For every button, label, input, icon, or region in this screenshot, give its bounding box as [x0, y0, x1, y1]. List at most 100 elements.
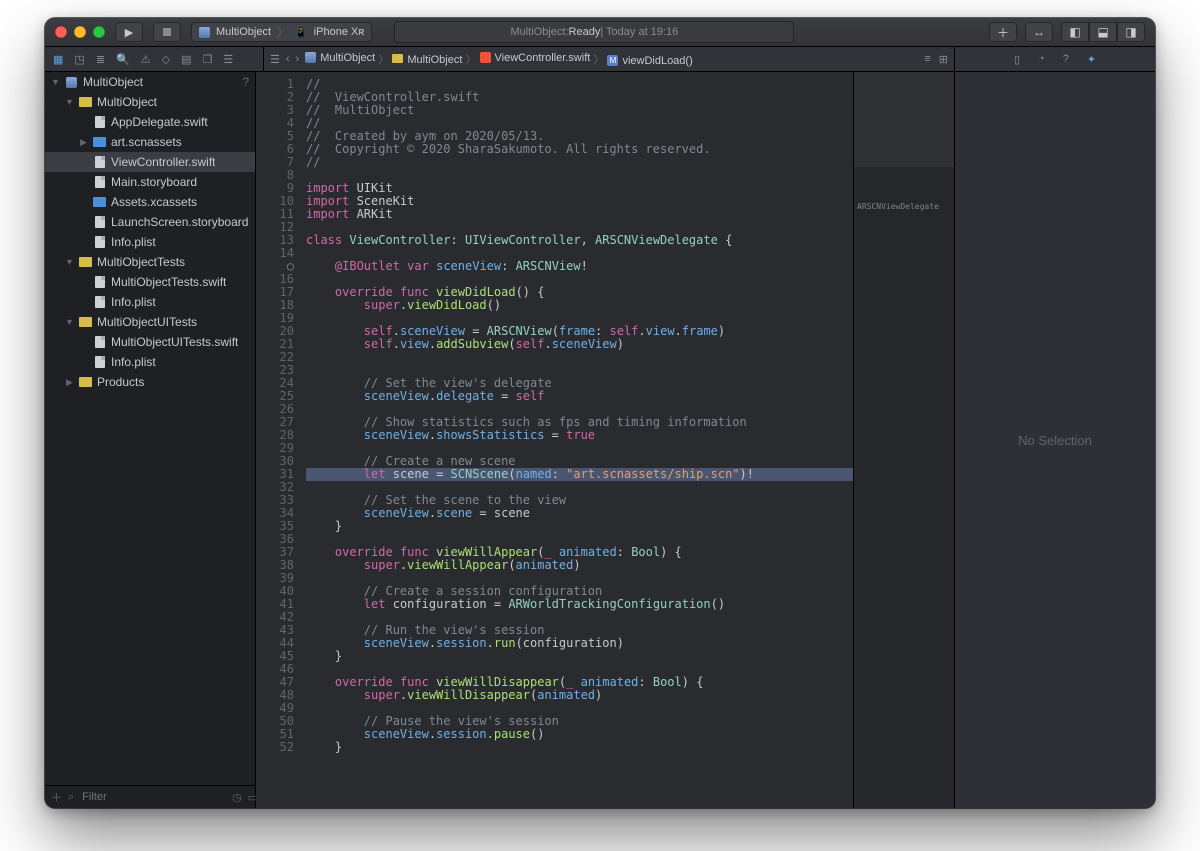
- test-navigator-icon[interactable]: ◇: [162, 53, 170, 66]
- help-inspector-icon[interactable]: ?: [1063, 53, 1069, 65]
- find-navigator-icon[interactable]: 🔍: [116, 53, 130, 66]
- file-icon: [92, 295, 107, 310]
- code-line[interactable]: super.viewWillDisappear(animated): [306, 689, 853, 702]
- disclosure-icon[interactable]: ▶: [65, 377, 74, 388]
- tree-label: ViewController.swift: [111, 155, 215, 169]
- file-inspector-icon[interactable]: ▯: [1014, 53, 1020, 66]
- tree-row[interactable]: ▼MultiObjectUITests: [45, 312, 255, 332]
- symbol-navigator-icon[interactable]: ≣: [96, 53, 105, 66]
- folder-icon: [78, 375, 93, 390]
- code-line[interactable]: [306, 351, 853, 364]
- go-back-icon[interactable]: ‹: [286, 53, 290, 65]
- tree-row[interactable]: Main.storyboard: [45, 172, 255, 192]
- tree-row[interactable]: Info.plist: [45, 232, 255, 252]
- library-button[interactable]: ＋: [989, 22, 1017, 42]
- code-review-button[interactable]: ↔: [1025, 22, 1053, 42]
- tree-row[interactable]: ▼MultiObjectTests: [45, 252, 255, 272]
- source-editor[interactable]: 1234567891011121314○16171819202122232425…: [256, 72, 954, 808]
- code-line[interactable]: let configuration = ARWorldTrackingConfi…: [306, 598, 853, 611]
- minimap-viewport[interactable]: [854, 72, 954, 167]
- window-traffic-lights[interactable]: [55, 26, 105, 38]
- code-line[interactable]: }: [306, 741, 853, 754]
- breadcrumb[interactable]: MultiObject 〉 MultiObject 〉 ViewControll…: [305, 51, 693, 67]
- report-navigator-icon[interactable]: ☰: [223, 53, 233, 66]
- disclosure-icon[interactable]: ▶: [79, 137, 88, 148]
- code-content[interactable]: //// ViewController.swift// MultiObject/…: [302, 72, 853, 808]
- breadcrumb-item[interactable]: ViewController.swift: [480, 52, 591, 64]
- tree-label: MultiObjectUITests.swift: [111, 335, 238, 349]
- stop-button[interactable]: [153, 22, 181, 42]
- code-line[interactable]: // MultiObject: [306, 104, 853, 117]
- code-line[interactable]: import ARKit: [306, 208, 853, 221]
- source-control-navigator-icon[interactable]: ◳: [74, 53, 84, 66]
- code-line[interactable]: super.viewWillAppear(animated): [306, 559, 853, 572]
- disclosure-icon[interactable]: ▼: [65, 317, 74, 327]
- project-navigator-icon[interactable]: ▦: [53, 53, 63, 66]
- breadcrumb-item[interactable]: MultiObject: [392, 54, 462, 66]
- inspector-panel: No Selection: [954, 72, 1155, 808]
- code-line[interactable]: sceneView.session.pause(): [306, 728, 853, 741]
- code-line[interactable]: sceneView.delegate = self: [306, 390, 853, 403]
- code-line[interactable]: // Copyright © 2020 SharaSakumoto. All r…: [306, 143, 853, 156]
- folder-icon: [78, 95, 93, 110]
- tree-row[interactable]: Info.plist: [45, 352, 255, 372]
- recent-filter-icon[interactable]: ◷: [232, 791, 242, 804]
- breakpoint-navigator-icon[interactable]: ❐: [202, 53, 212, 66]
- minimize-window-button[interactable]: [74, 26, 86, 38]
- adjust-editor-options-icon[interactable]: ≡: [924, 53, 930, 65]
- tree-label: Assets.xcassets: [111, 195, 197, 209]
- code-line[interactable]: class ViewController: UIViewController, …: [306, 234, 853, 247]
- filter-input[interactable]: [80, 790, 226, 804]
- code-line[interactable]: }: [306, 520, 853, 533]
- debug-navigator-icon[interactable]: ▤: [181, 53, 191, 66]
- inspector-selector: ▯ ◔ ? ✦: [954, 47, 1155, 71]
- code-line[interactable]: sceneView.showsStatistics = true: [306, 429, 853, 442]
- tree-row[interactable]: MultiObjectTests.swift: [45, 272, 255, 292]
- code-line[interactable]: sceneView.scene = scene: [306, 507, 853, 520]
- tree-label: Main.storyboard: [111, 175, 197, 189]
- tree-row[interactable]: LaunchScreen.storyboard: [45, 212, 255, 232]
- disclosure-icon[interactable]: ▼: [65, 257, 74, 267]
- code-line[interactable]: let scene = SCNScene(named: "art.scnasse…: [306, 468, 853, 481]
- folder-icon: [78, 315, 93, 330]
- jump-bar[interactable]: ☰ ‹ › MultiObject 〉 MultiObject 〉 ViewCo…: [264, 47, 924, 71]
- toggle-navigator-button[interactable]: ◧: [1061, 22, 1089, 42]
- tree-row[interactable]: ▼MultiObject: [45, 92, 255, 112]
- code-line[interactable]: @IBOutlet var sceneView: ARSCNView!: [306, 260, 853, 273]
- disclosure-icon[interactable]: ▼: [51, 77, 60, 87]
- zoom-window-button[interactable]: [93, 26, 105, 38]
- line-number[interactable]: 52: [256, 741, 294, 754]
- history-inspector-icon[interactable]: ◔: [1038, 53, 1045, 65]
- file-icon: [92, 275, 107, 290]
- attributes-inspector-icon[interactable]: ✦: [1087, 53, 1096, 66]
- tree-row[interactable]: Info.plist: [45, 292, 255, 312]
- toggle-debug-area-button[interactable]: ⬓: [1089, 22, 1117, 42]
- tree-row[interactable]: ▼MultiObject?: [45, 72, 255, 92]
- go-forward-icon[interactable]: ›: [296, 53, 300, 65]
- line-gutter[interactable]: 1234567891011121314○16171819202122232425…: [256, 72, 302, 808]
- breadcrumb-item[interactable]: MviewDidLoad(): [607, 55, 692, 67]
- code-line[interactable]: super.viewDidLoad(): [306, 299, 853, 312]
- toggle-inspector-button[interactable]: ◨: [1117, 22, 1145, 42]
- tree-row[interactable]: ▶art.scnassets: [45, 132, 255, 152]
- breadcrumb-item[interactable]: MultiObject: [305, 52, 375, 64]
- disclosure-icon[interactable]: ▼: [65, 97, 74, 107]
- minimap[interactable]: ARSCNViewDelegate: [853, 72, 954, 808]
- code-line[interactable]: }: [306, 650, 853, 663]
- scheme-selector[interactable]: MultiObject 〉 📱 iPhone Xʀ: [191, 22, 372, 42]
- tree-row[interactable]: Assets.xcassets: [45, 192, 255, 212]
- run-button[interactable]: ▶: [115, 22, 143, 42]
- add-editor-icon[interactable]: ⊞: [939, 53, 948, 66]
- tree-row[interactable]: ViewController.swift: [45, 152, 255, 172]
- code-line[interactable]: sceneView.session.run(configuration): [306, 637, 853, 650]
- close-window-button[interactable]: [55, 26, 67, 38]
- tree-row[interactable]: MultiObjectUITests.swift: [45, 332, 255, 352]
- tree-row[interactable]: AppDelegate.swift: [45, 112, 255, 132]
- file-tree[interactable]: ▼MultiObject?▼MultiObjectAppDelegate.swi…: [45, 72, 255, 785]
- issue-navigator-icon[interactable]: ⚠: [141, 53, 151, 66]
- tree-row[interactable]: ▶Products: [45, 372, 255, 392]
- code-line[interactable]: //: [306, 156, 853, 169]
- code-line[interactable]: self.view.addSubview(self.sceneView): [306, 338, 853, 351]
- add-target-icon[interactable]: ＋: [51, 789, 62, 805]
- related-items-icon[interactable]: ☰: [270, 53, 280, 66]
